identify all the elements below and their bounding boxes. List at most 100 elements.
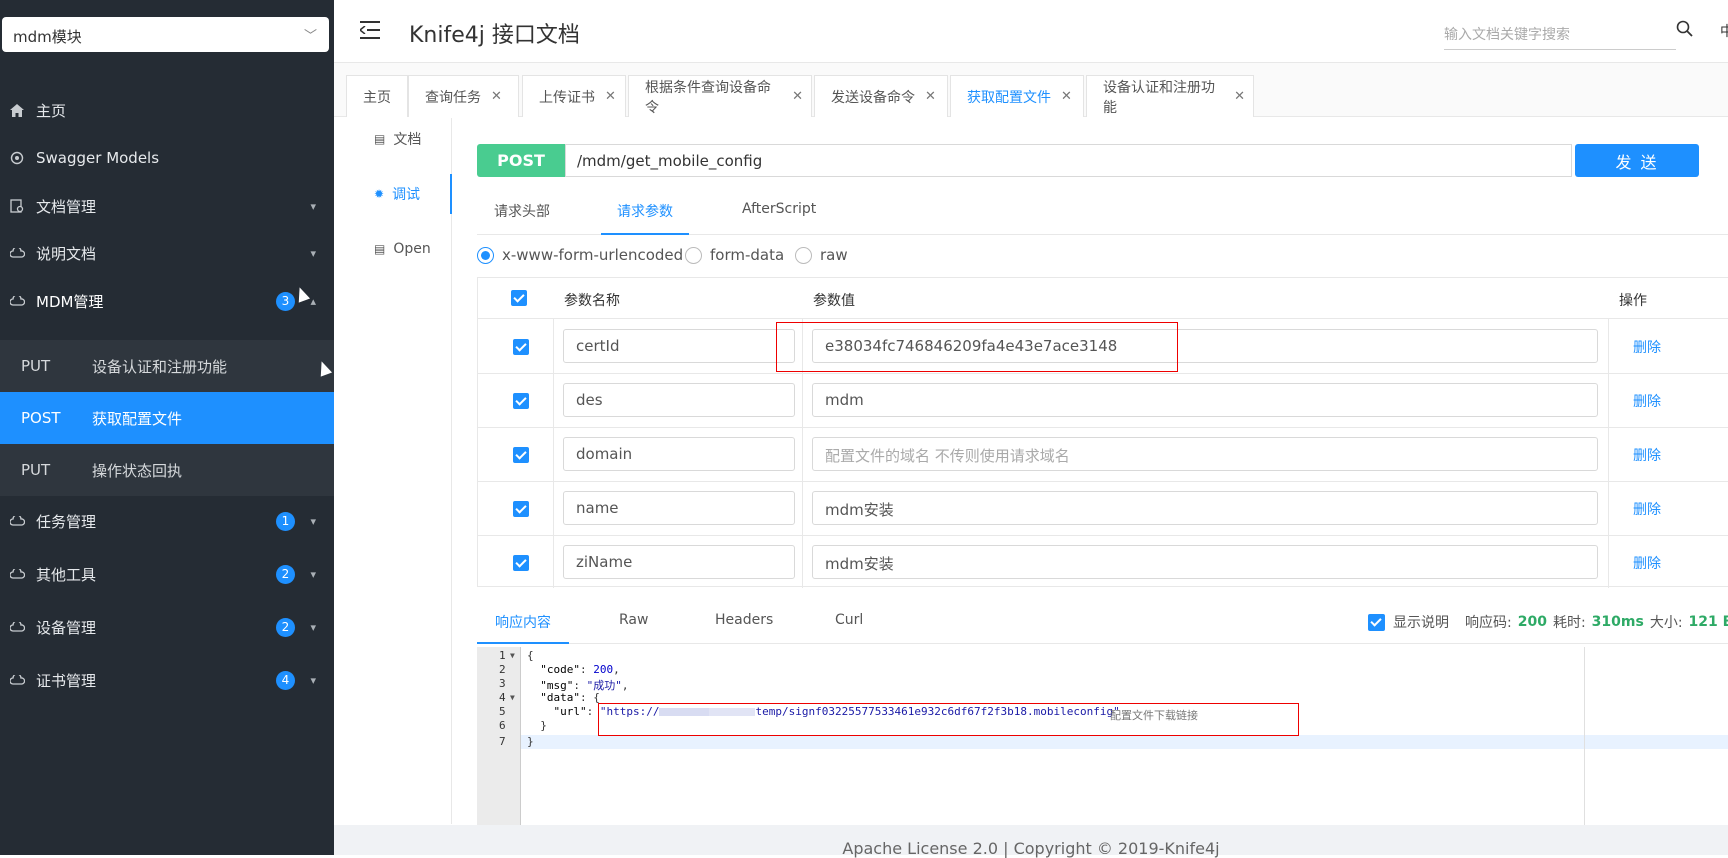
tab-response-raw[interactable]: Raw [619,612,648,646]
column-header: 参数名称 [564,293,620,309]
tab-home[interactable]: 主页 [346,75,408,117]
sidebar-subitem-get-config[interactable]: POST 获取配置文件 [0,392,334,444]
close-icon[interactable]: ✕ [925,89,936,104]
sidebar-item-cert[interactable]: 证书管理 4 ▾ [0,654,334,706]
param-name-input[interactable]: domain [563,437,795,471]
sidebar-item-mdm[interactable]: MDM管理 3 ▴ [0,275,334,327]
param-name-input[interactable]: des [563,383,795,417]
code-line: "data": { [540,691,600,704]
count-badge: 1 [276,511,295,531]
tab-label: 查询任务 [425,89,481,106]
cloud-icon [8,512,26,530]
show-desc-checkbox[interactable] [1368,613,1385,631]
cloud-icon [8,618,26,636]
nav-open[interactable]: ▤ Open [334,229,452,269]
sidebar-item-device[interactable]: 设备管理 2 ▾ [0,601,334,653]
sidebar: mdm模块 ﹀ 主页 Swagger Models 文档管理 ▾ 说明文档 ▾ … [0,0,334,855]
radio-form-data[interactable]: form-data [685,246,784,264]
tab-response-curl[interactable]: Curl [835,612,863,646]
sidebar-item-task[interactable]: 任务管理 1 ▾ [0,495,334,547]
param-name-input[interactable]: certId [563,329,795,363]
param-value-input[interactable]: mdm安装 [812,491,1598,525]
radio-raw[interactable]: raw [795,246,848,264]
sidebar-subitem-status-receipt[interactable]: PUT 操作状态回执 [0,444,334,496]
tab-afterscript[interactable]: AfterScript [742,201,816,235]
delete-link[interactable]: 删除 [1633,445,1661,465]
tab-send-device-cmd[interactable]: 发送设备命令 ✕ [814,75,948,117]
tab-upload-cert[interactable]: 上传证书 ✕ [522,75,626,117]
method-label: PUT [21,461,51,479]
chevron-up-icon: ▴ [310,294,316,308]
delete-link[interactable]: 删除 [1633,391,1661,411]
row-checkbox[interactable] [513,339,529,355]
tab-request-headers[interactable]: 请求头部 [494,201,550,235]
menu-toggle-icon[interactable] [360,21,380,39]
row-checkbox[interactable] [513,555,529,571]
delete-link[interactable]: 删除 [1633,499,1661,519]
line-number: 1 [499,649,506,662]
delete-link[interactable]: 删除 [1633,553,1661,573]
tab-request-params[interactable]: 请求参数 [601,201,689,235]
tab-query-device-cmd[interactable]: 根据条件查询设备命令 ✕ [628,75,812,117]
fold-arrow-icon[interactable]: ▼ [510,693,515,702]
tab-get-config[interactable]: 获取配置文件 ✕ [950,75,1084,117]
module-select[interactable]: mdm模块 ﹀ [2,17,329,52]
chevron-down-icon: ▾ [310,199,316,213]
search-icon[interactable] [1676,20,1694,38]
radio-urlencoded[interactable]: x-www-form-urlencoded [477,246,683,264]
sidebar-item-label: 说明文档 [36,244,97,263]
sidebar-item-doc-manage[interactable]: 文档管理 ▾ [0,180,334,232]
sidebar-item-tools[interactable]: 其他工具 2 ▾ [0,548,334,600]
radio-circle [685,246,702,264]
method-label: PUT [21,357,51,375]
row-checkbox[interactable] [513,447,529,463]
tab-response-headers[interactable]: Headers [715,612,773,646]
send-button[interactable]: 发 送 [1575,144,1699,177]
sidebar-item-label: 主页 [36,101,67,120]
chevron-down-icon: ▾ [310,246,316,260]
param-value-input[interactable]: 配置文件的域名 不传则使用请求域名 [812,437,1598,471]
close-icon[interactable]: ✕ [792,89,803,104]
tab-label: 设备认证和注册功能 [1103,79,1215,116]
search-input[interactable]: 输入文档关键字搜索 [1444,19,1676,50]
nav-doc[interactable]: ▤ 文档 [334,119,452,159]
nav-label: 文档 [393,132,422,148]
request-tabs: 请求头部 请求参数 AfterScript [477,193,1728,235]
tab-response-content[interactable]: 响应内容 [477,612,569,644]
sidebar-item-label: 证书管理 [36,671,97,690]
close-icon[interactable]: ✕ [605,89,616,104]
close-icon[interactable]: ✕ [1234,89,1245,104]
param-name-input[interactable]: ziName [563,545,795,579]
close-icon[interactable]: ✕ [1061,89,1072,104]
fold-arrow-icon[interactable]: ▼ [510,651,515,660]
param-value-input[interactable]: mdm安装 [812,545,1598,579]
line-number: 4 [499,691,506,704]
home-icon [8,101,26,119]
sidebar-item-swagger-models[interactable]: Swagger Models [0,132,334,184]
sidebar-subitem-label: 设备认证和注册功能 [92,357,228,376]
nav-label: Open [393,241,431,257]
request-path-input[interactable]: /mdm/get_mobile_config [565,144,1572,177]
select-all-checkbox[interactable] [511,290,527,306]
radio-circle [477,246,494,264]
row-checkbox[interactable] [513,501,529,517]
row-checkbox[interactable] [513,393,529,409]
sidebar-item-readme[interactable]: 说明文档 ▾ [0,227,334,279]
tab-label: 发送设备命令 [831,89,915,106]
response-code-editor[interactable]: 1 ▼ 2 3 4 ▼ 5 6 7 { "code": 200, "msg": … [477,647,1728,825]
nav-debug[interactable]: ✹ 调试 [334,174,452,214]
sidebar-item-label: Swagger Models [36,149,160,167]
tab-device-auth[interactable]: 设备认证和注册功能 ✕ [1086,75,1254,117]
sidebar-item-home[interactable]: 主页 [0,84,334,136]
chevron-down-icon: ▾ [310,620,316,634]
language-switch[interactable]: 中 [1720,21,1728,41]
sidebar-subitem-device-auth[interactable]: PUT 设备认证和注册功能 [0,340,334,392]
tab-query-task[interactable]: 查询任务 ✕ [408,75,519,117]
param-name-input[interactable]: name [563,491,795,525]
count-badge: 3 [276,291,295,311]
table-row: ziName mdm安装 删除 [478,536,1728,590]
param-value-input[interactable]: mdm [812,383,1598,417]
close-icon[interactable]: ✕ [491,89,502,104]
line-number: 6 [499,719,506,732]
delete-link[interactable]: 删除 [1633,337,1661,357]
